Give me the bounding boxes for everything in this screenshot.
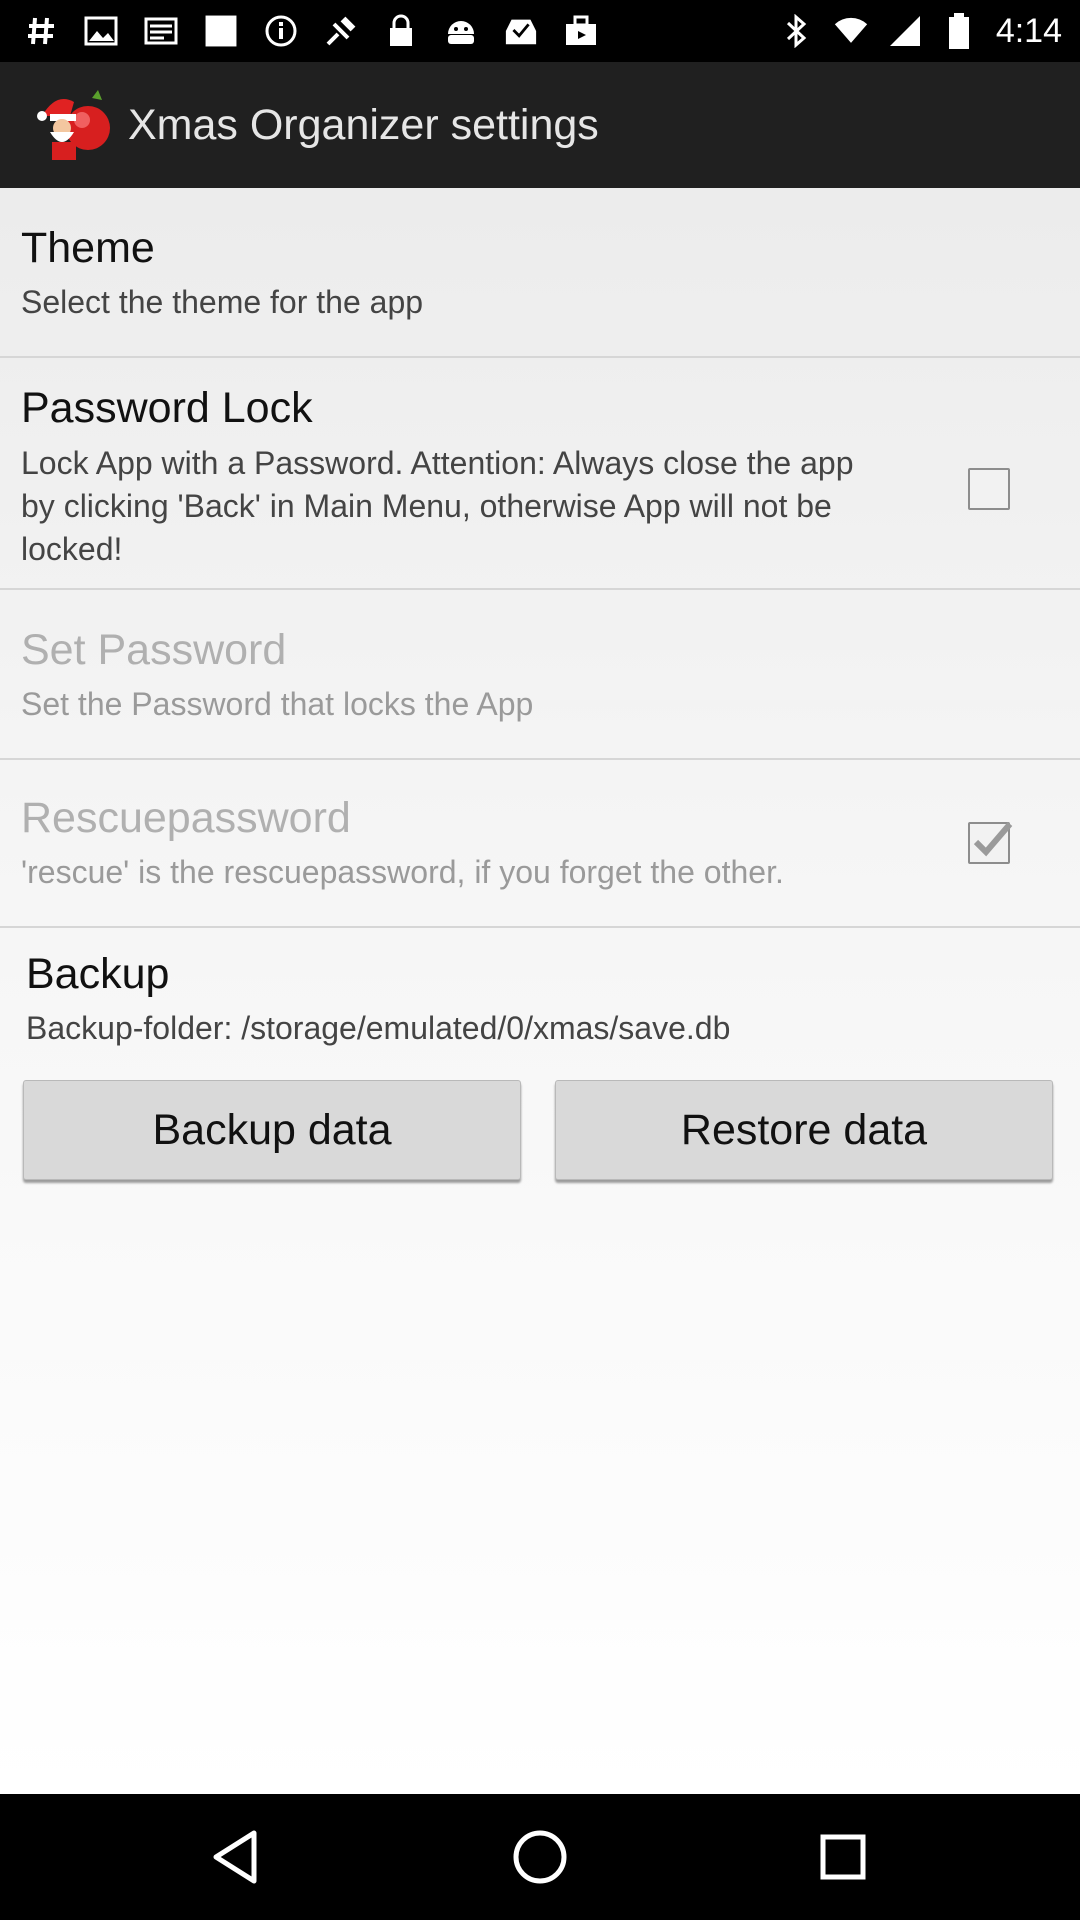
square-icon [204,14,238,48]
santa-icon [34,86,114,164]
home-icon[interactable] [505,1822,575,1892]
preference-summary: 'rescue' is the rescuepassword, if you f… [21,854,784,890]
inbox-check-icon [504,14,538,48]
system-icons: 4:14 [780,11,1062,51]
password-lock-preference[interactable]: Password Lock Lock App with a Password. … [0,358,1080,590]
battery-icon [942,13,976,49]
notification-icons [24,11,598,51]
preference-title: Password Lock [21,384,313,432]
password-lock-checkbox[interactable] [968,468,1010,510]
preference-title: Theme [21,224,155,272]
theme-preference[interactable]: Theme Select the theme for the app [0,188,1080,358]
info-icon [264,14,298,48]
backup-data-button[interactable]: Backup data [23,1080,521,1180]
hash-icon [24,14,58,48]
preference-summary: Lock App with a Password. Attention: Alw… [21,445,854,567]
mail-icon [144,14,178,48]
rescue-password-disabled-wrap: Rescuepassword 'rescue' is the rescuepas… [0,760,1080,926]
recents-icon[interactable] [808,1822,878,1892]
fax-satellite-icon [324,14,358,48]
status-bar: 4:14 [0,0,1080,62]
preference-summary: Select the theme for the app [21,284,424,320]
set-password-disabled-wrap: Set Password Set the Password that locks… [0,590,1080,758]
clock: 4:14 [995,11,1062,50]
restore-data-button[interactable]: Restore data [555,1080,1053,1180]
navigation-bar [0,1794,1080,1920]
checkmark-icon [973,822,1013,857]
set-password-preference: Set Password Set the Password that locks… [0,590,1080,760]
backup-folder-path: Backup-folder: /storage/emulated/0/xmas/… [26,1010,731,1046]
back-icon[interactable] [200,1822,270,1892]
page-title: Xmas Organizer settings [128,101,599,149]
bluetooth-icon [780,14,814,48]
preference-summary: Set the Password that locks the App [21,686,534,722]
android-icon [444,14,478,48]
preference-title: Rescuepassword [21,794,351,842]
settings-list: Theme Select the theme for the app Passw… [0,188,1080,1794]
wifi-icon [834,14,868,48]
signal-icon [888,14,922,48]
image-icon [84,14,118,48]
preference-title: Set Password [21,626,287,674]
rescue-password-checkbox [968,822,1013,864]
action-bar: Xmas Organizer settings [0,62,1080,190]
rescue-password-preference: Rescuepassword 'rescue' is the rescuepas… [0,760,1080,928]
backup-title: Backup [26,950,170,998]
lock-icon [384,14,418,48]
briefcase-icon [564,14,598,48]
